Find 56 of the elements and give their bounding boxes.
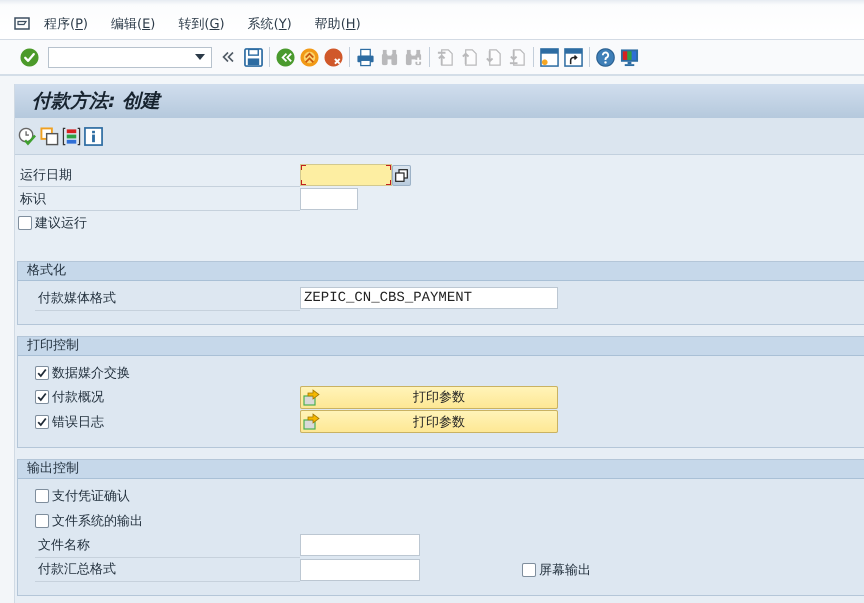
screen-title: 付款方法: 创建 bbox=[32, 89, 160, 114]
menu-item[interactable]: 编辑(E) bbox=[111, 14, 156, 32]
new-window-icon[interactable] bbox=[540, 48, 559, 66]
checkbox[interactable] bbox=[35, 390, 49, 404]
menu-icon[interactable] bbox=[14, 16, 30, 30]
overlapping-squares-icon[interactable] bbox=[40, 126, 59, 146]
printer-icon[interactable] bbox=[356, 48, 375, 66]
checkbox[interactable] bbox=[35, 414, 49, 429]
field-label: 文件名称 bbox=[35, 533, 300, 558]
info-icon[interactable] bbox=[84, 126, 103, 146]
menu-item[interactable]: 转到(G) bbox=[178, 14, 225, 32]
double-chevron-icon[interactable] bbox=[222, 51, 234, 63]
checkbox-label: 支付凭证确认 bbox=[52, 488, 130, 506]
checkbox-label: 付款概况 bbox=[52, 389, 104, 406]
field-label: 付款汇总格式 bbox=[35, 558, 300, 582]
print-settings-button[interactable]: 打印参数 bbox=[300, 386, 558, 409]
color-bars-icon[interactable] bbox=[62, 126, 81, 146]
menu-item[interactable]: 帮助(H) bbox=[314, 14, 361, 32]
checkbox[interactable] bbox=[18, 216, 32, 230]
input-field[interactable] bbox=[300, 188, 358, 210]
checkbox[interactable] bbox=[35, 514, 49, 528]
monitor-icon[interactable] bbox=[620, 48, 639, 66]
input-field[interactable]: ZEPIC_CN_CBS_PAYMENT bbox=[300, 287, 558, 310]
folder-arrow-icon bbox=[303, 388, 321, 406]
save-icon[interactable] bbox=[244, 48, 263, 66]
checkbox-label: 数据媒介交换 bbox=[52, 364, 130, 382]
checkbox-label: 建议运行 bbox=[35, 215, 87, 232]
back-icon[interactable] bbox=[276, 48, 295, 66]
input-field[interactable] bbox=[300, 534, 420, 556]
section-header: 格式化 bbox=[18, 262, 864, 281]
value-help-button[interactable] bbox=[392, 164, 411, 186]
checkbox[interactable] bbox=[35, 366, 49, 380]
menu-item[interactable]: 程序(P) bbox=[44, 14, 88, 32]
caret-icon bbox=[195, 54, 205, 60]
section-header: 打印控制 bbox=[18, 336, 864, 356]
field-label: 标识 bbox=[18, 187, 300, 211]
input-field[interactable] bbox=[300, 164, 392, 186]
overlapping-squares-icon bbox=[395, 168, 408, 182]
clock-check-icon[interactable] bbox=[18, 126, 37, 146]
checkbox[interactable] bbox=[35, 489, 49, 504]
field-label: 运行日期 bbox=[18, 163, 300, 187]
up-chevron-icon[interactable] bbox=[300, 48, 319, 66]
command-field[interactable] bbox=[48, 46, 212, 68]
folder-arrow-icon bbox=[303, 413, 321, 430]
close-icon[interactable] bbox=[324, 48, 343, 66]
checkbox-label: 文件系统的输出 bbox=[52, 512, 143, 530]
checkbox[interactable] bbox=[522, 562, 536, 577]
section-header: 输出控制 bbox=[18, 460, 864, 479]
checkbox-label: 错误日志 bbox=[52, 414, 104, 431]
print-settings-button[interactable]: 打印参数 bbox=[300, 410, 558, 434]
field-label: 付款媒体格式 bbox=[35, 286, 300, 310]
checkbox-label: 屏幕输出 bbox=[539, 562, 591, 579]
input-field[interactable] bbox=[300, 558, 420, 581]
check-icon[interactable] bbox=[20, 48, 39, 66]
help-icon[interactable] bbox=[596, 48, 615, 66]
menu-item[interactable]: 系统(Y) bbox=[248, 14, 292, 32]
